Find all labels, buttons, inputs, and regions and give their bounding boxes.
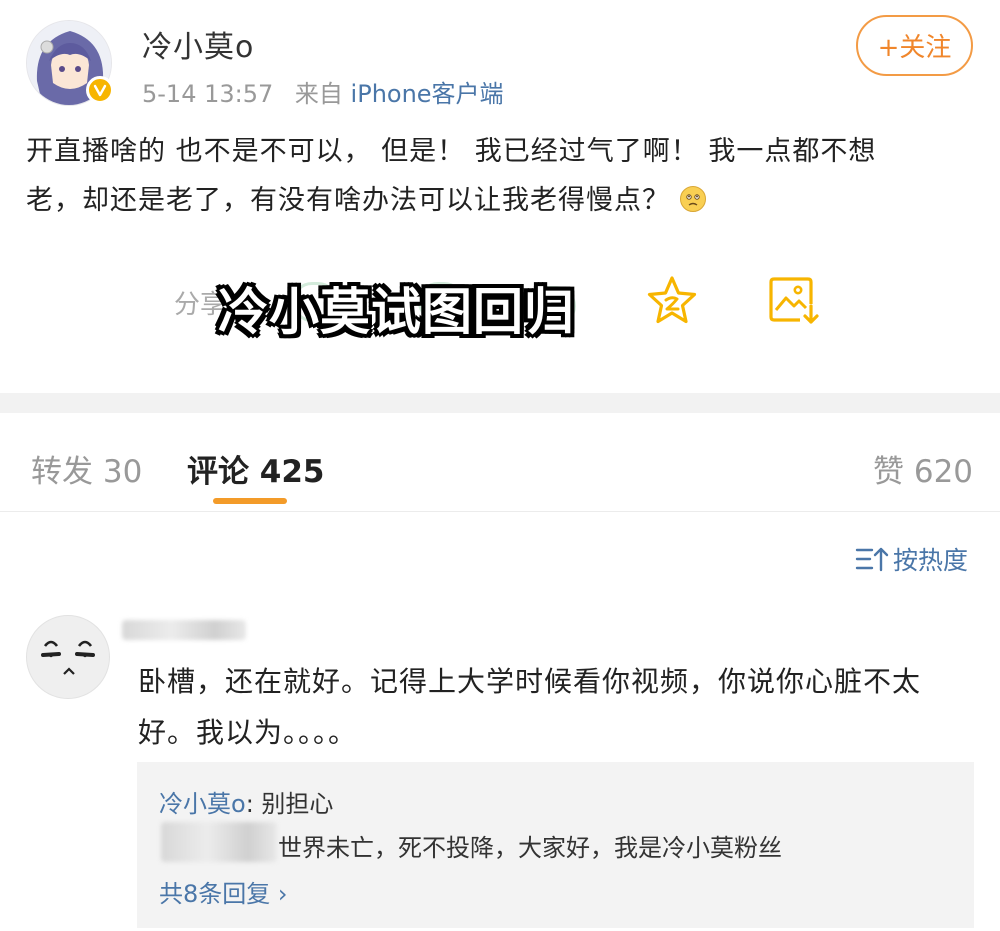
post-text: 开直播啥的 也不是不可以， 但是！ 我已经过气了啊！ 我一点都不想 老，却还是老… [26,127,976,225]
blurred-reply-author [161,822,277,862]
sort-label: 按热度 [893,546,969,575]
sort-icon [855,547,889,572]
overlay-caption: 冷小莫试图回归 [218,283,575,341]
post-text-line-1: 开直播啥的 也不是不可以， 但是！ 我已经过气了啊！ 我一点都不想 [26,136,877,167]
sort-by-hot-button[interactable]: 按热度 [855,541,968,577]
comment-line-2: 好。我以为。。。。 [138,716,358,749]
comment-text: 卧槽，还在就好。记得上大学时候看你视频，你说你心脏不太 好。我以为。。。。 [138,656,958,758]
star-icon[interactable] [645,274,699,332]
post-time: 5-14 13:57 [142,80,274,108]
post-text-line-2-wrap: 老，却还是老了，有没有啥办法可以让我老得慢点？ [26,176,976,225]
section-divider [0,393,1000,413]
user-avatar[interactable] [26,20,114,106]
tab-likes[interactable]: 赞 620 [873,446,973,491]
post-source[interactable]: iPhone客户端 [351,80,504,108]
tab-comments[interactable]: 评论 425 [187,446,325,491]
verified-badge-icon [86,76,114,104]
view-all-replies-link[interactable]: 共8条回复 › [159,874,288,909]
save-image-icon[interactable] [768,276,820,330]
commenter-avatar[interactable] [26,615,110,699]
blurred-commenter-name [122,620,246,640]
tab-repost[interactable]: 转发 30 [31,446,142,491]
active-tab-indicator [213,498,287,504]
emoji-icon [679,186,706,212]
follow-button[interactable]: +关注 [856,15,973,76]
post-username[interactable]: 冷小莫o [142,22,254,66]
reply-author[interactable]: 冷小莫o [159,790,246,818]
comment-line-1: 卧槽，还在就好。记得上大学时候看你视频，你说你心脏不太 [138,665,922,698]
reply-line-1: 冷小莫o: 别担心 [159,784,333,819]
post-from-prefix: 来自 [294,80,343,108]
reply-text: : 别担心 [245,790,334,818]
post-text-line-2: 老，却还是老了，有没有啥办法可以让我老得慢点？ [26,185,670,216]
reply-line-2: 世界未亡，死不投降，大家好，我是冷小莫粉丝 [278,834,782,862]
reply-preview[interactable]: 冷小莫o: 别担心 世界未亡，死不投降，大家好，我是冷小莫粉丝 共8条回复 › [137,762,974,928]
tabs-divider [0,511,1000,512]
post-meta: 5-14 13:57 来自 iPhone客户端 [142,74,504,109]
